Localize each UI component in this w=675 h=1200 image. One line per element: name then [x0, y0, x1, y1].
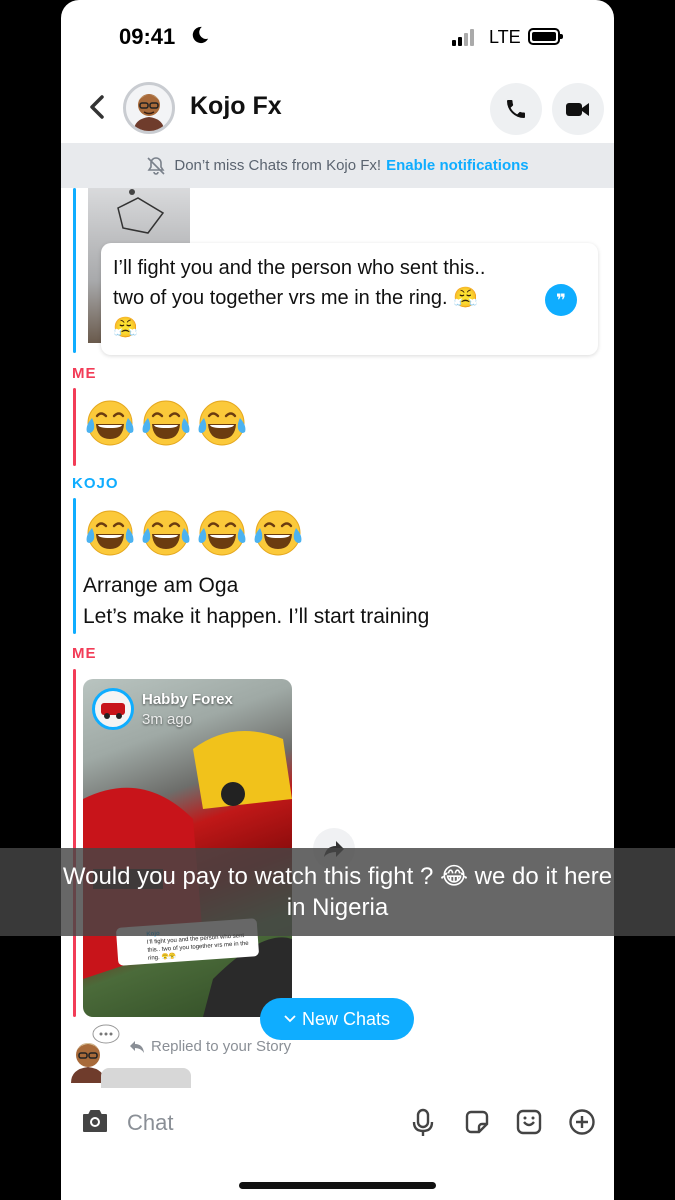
- phone-icon: [507, 100, 525, 118]
- story-author-name: Habby Forex: [142, 691, 233, 708]
- contact-name[interactable]: Kojo Fx: [190, 92, 282, 121]
- quoted-text-line3: 😤: [113, 317, 138, 339]
- tears-of-joy-emoji-icon: [142, 400, 190, 446]
- status-bar: 09:41 LTE: [61, 0, 614, 74]
- enable-notifications-link[interactable]: Enable notifications: [386, 157, 529, 174]
- video-camera-icon: [566, 103, 589, 116]
- tears-of-joy-emoji-icon: [142, 510, 190, 556]
- moon-icon: [192, 26, 209, 44]
- quoted-message-card[interactable]: I’ll fight you and the person who sent t…: [101, 243, 598, 355]
- sticker-icon[interactable]: [463, 1108, 491, 1136]
- caption-line2: in Nigeria: [286, 894, 389, 921]
- plus-icon[interactable]: [568, 1108, 596, 1136]
- camera-icon[interactable]: [81, 1108, 109, 1134]
- reply-story-thumbnail[interactable]: [101, 1068, 191, 1088]
- new-chats-label: New Chats: [301, 1008, 391, 1029]
- status-time: 09:41: [119, 24, 176, 49]
- call-button[interactable]: [490, 83, 542, 135]
- microphone-icon[interactable]: [411, 1108, 435, 1138]
- network-label: LTE: [489, 27, 521, 47]
- chat-input-bar: Chat: [61, 1088, 614, 1158]
- chevron-down-icon: [284, 1015, 296, 1023]
- bitmoji-icon: [134, 94, 164, 131]
- notification-text: Don’t miss Chats from Kojo Fx!: [174, 157, 382, 174]
- quoted-text-line1: I’ll fight you and the person who sent t…: [113, 257, 486, 279]
- kojo-text-line2: Let’s make it happen. I’ll start trainin…: [83, 605, 430, 628]
- me-emoji-message[interactable]: [83, 396, 249, 450]
- kojo-text-line1: Arrange am Oga: [83, 574, 239, 597]
- caption-overlay: Would you pay to watch this fight ? 😂 we…: [0, 848, 675, 936]
- kojo-emoji-message[interactable]: [83, 506, 305, 560]
- kojo-text-message[interactable]: Arrange am Oga Let’s make it happen. I’l…: [83, 570, 429, 632]
- back-chevron-icon[interactable]: [83, 92, 113, 122]
- battery-icon: [528, 28, 563, 45]
- tears-of-joy-emoji-icon: [86, 510, 134, 556]
- gallery-icon[interactable]: [515, 1108, 543, 1136]
- chat-header: Kojo Fx: [61, 74, 614, 142]
- home-indicator: [239, 1182, 436, 1189]
- quoted-text-line2: two of you together vrs me in the ring. …: [113, 287, 479, 309]
- sender-label-me-2: ME: [72, 645, 97, 662]
- new-chats-button[interactable]: New Chats: [260, 998, 414, 1040]
- tears-of-joy-emoji-icon: [86, 400, 134, 446]
- tears-of-joy-emoji-icon: [254, 510, 302, 556]
- me-thread-bar: [73, 388, 76, 466]
- story-reply-text: Replied to your Story: [151, 1038, 292, 1055]
- story-reply-note: Replied to your Story: [129, 1038, 291, 1055]
- muted-bell-icon: [147, 156, 165, 175]
- chat-thread[interactable]: I’ll fight you and the person who sent t…: [61, 188, 614, 1088]
- story-timestamp: 3m ago: [142, 711, 193, 728]
- notification-banner: Don’t miss Chats from Kojo Fx! Enable no…: [61, 143, 614, 188]
- story-avatar-ring: [92, 688, 134, 730]
- tears-of-joy-emoji-icon: [198, 400, 246, 446]
- tears-of-joy-emoji-icon: [198, 510, 246, 556]
- video-call-button[interactable]: [552, 83, 604, 135]
- car-avatar-icon: [101, 703, 125, 719]
- reply-arrow-icon: [130, 1040, 144, 1053]
- me-thread-bar-2: [73, 669, 76, 1017]
- caption-line1: Would you pay to watch this fight ? 😂 we…: [62, 863, 613, 890]
- contact-avatar[interactable]: [123, 82, 175, 134]
- chat-input-field[interactable]: Chat: [127, 1110, 387, 1140]
- chandelier-icon: [117, 189, 165, 234]
- kojo-thread-bar-2: [73, 498, 76, 634]
- quote-reply-icon[interactable]: ❞: [545, 284, 577, 316]
- kojo-thread-bar: [73, 188, 76, 353]
- sender-label-kojo: KOJO: [72, 475, 119, 492]
- sender-label-me: ME: [72, 365, 97, 382]
